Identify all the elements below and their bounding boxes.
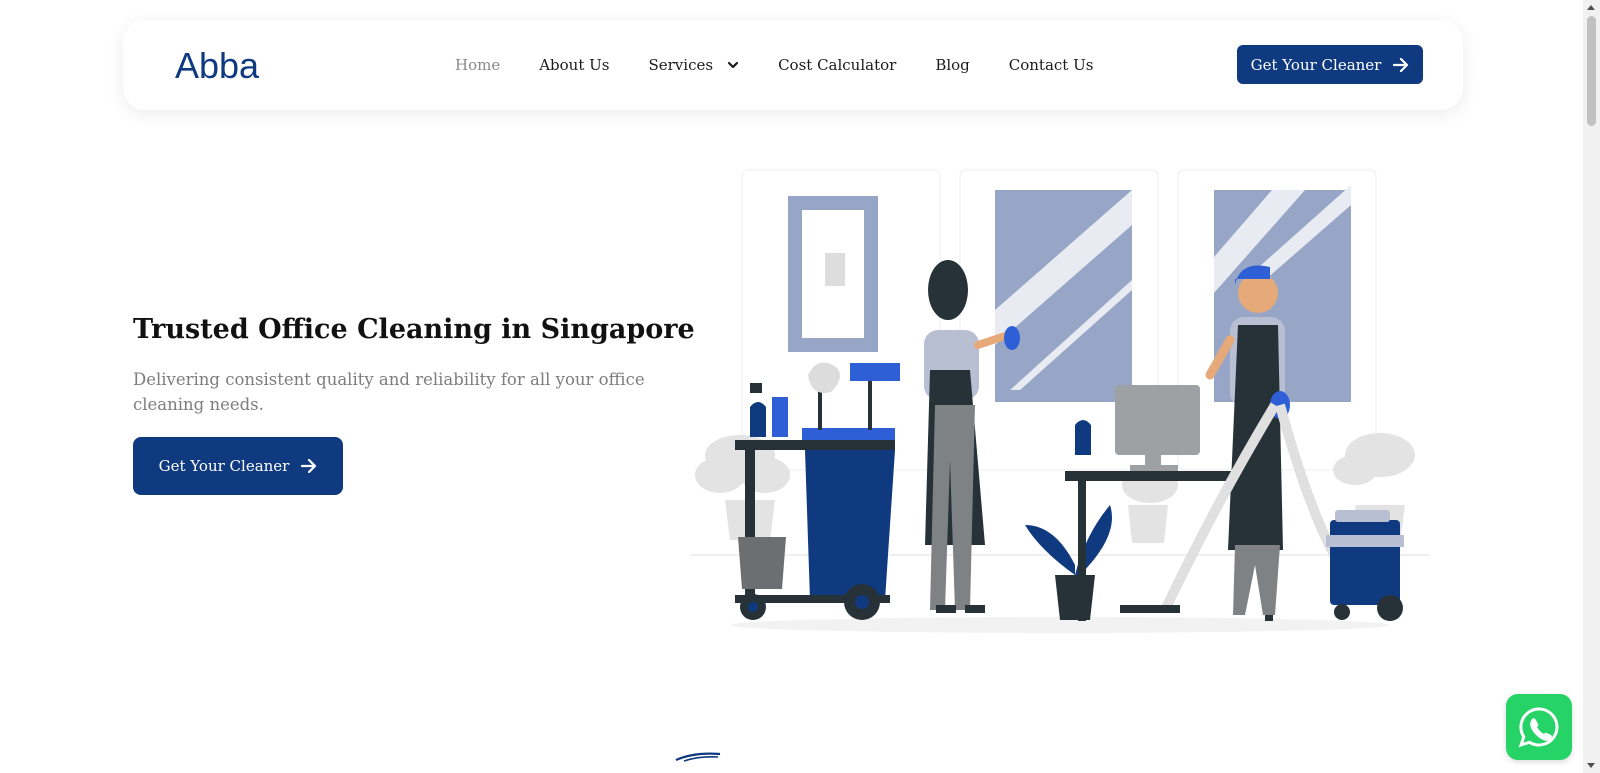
- hero-get-cleaner-button[interactable]: Get Your Cleaner: [133, 437, 343, 495]
- scroll-up-arrow[interactable]: [1587, 5, 1595, 10]
- main-nav: Home About Us Services Cost Calculator B…: [455, 20, 1132, 110]
- nav-contact-us[interactable]: Contact Us: [1009, 56, 1094, 74]
- hero-title: Trusted Office Cleaning in Singapore: [133, 314, 695, 345]
- abba-logo[interactable]: Abba: [175, 46, 271, 84]
- scroll-thumb[interactable]: [1587, 16, 1596, 126]
- site-header: Abba Home About Us Services Cost Calcula…: [123, 20, 1463, 110]
- header-get-cleaner-button[interactable]: Get Your Cleaner: [1237, 45, 1423, 84]
- nav-cost-calculator[interactable]: Cost Calculator: [778, 56, 896, 74]
- nav-services[interactable]: Services: [648, 56, 739, 74]
- arrow-right-icon: [1393, 57, 1409, 72]
- nav-blog[interactable]: Blog: [935, 56, 969, 74]
- chevron-down-icon: [727, 61, 739, 69]
- page-scrollbar[interactable]: [1583, 0, 1600, 773]
- nav-about-us[interactable]: About Us: [539, 56, 609, 74]
- decorative-brush-stroke: [675, 752, 721, 762]
- nav-home[interactable]: Home: [455, 56, 500, 74]
- whatsapp-icon: [1518, 707, 1559, 748]
- arrow-right-icon: [301, 459, 317, 473]
- office-cleaning-illustration: [690, 169, 1430, 633]
- whatsapp-button[interactable]: [1506, 694, 1572, 760]
- hero-subtitle: Delivering consistent quality and reliab…: [133, 370, 645, 414]
- svg-text:Abba: Abba: [175, 46, 260, 84]
- scroll-down-arrow[interactable]: [1587, 763, 1595, 768]
